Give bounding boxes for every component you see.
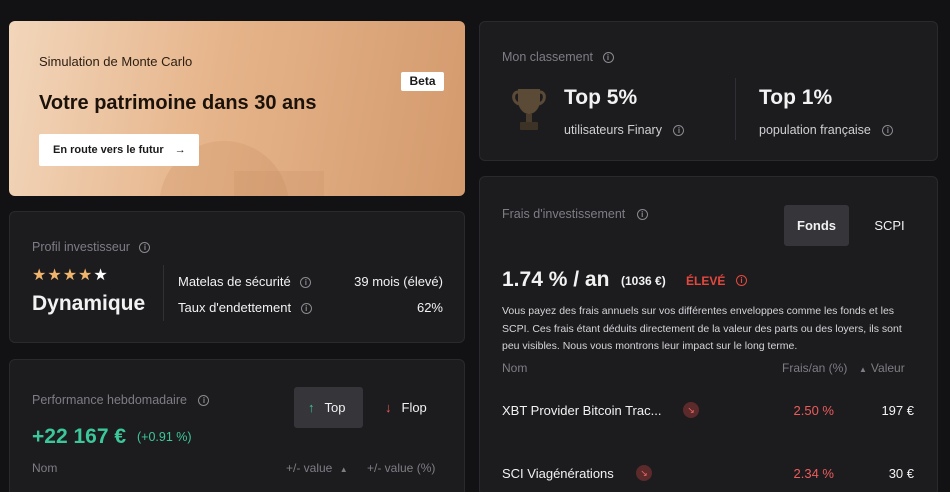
fees-level-badge: ÉLEVÉ <box>686 274 726 288</box>
cta-label: En route vers le futur <box>53 144 164 156</box>
fund-value: 30 € <box>888 466 914 481</box>
future-cta-button[interactable]: En route vers le futur → <box>39 134 199 166</box>
row-label: Taux d'endettement <box>178 300 292 315</box>
star-icon: ★ <box>78 267 94 284</box>
rank-users-caption: utilisateurs Finary i <box>564 123 685 137</box>
sort-caret-icon: ▲ <box>859 365 867 374</box>
fund-fee: 2.50 % <box>793 403 834 418</box>
fund-value: 197 € <box>881 403 914 418</box>
fees-amount: (1036 €) <box>621 274 666 288</box>
rank-users: Top 5% <box>564 86 638 109</box>
performance-percent: (+0.91 %) <box>137 430 192 444</box>
star-icon: ★ <box>47 267 63 284</box>
info-icon[interactable]: i <box>139 242 151 254</box>
info-icon[interactable]: i <box>602 52 614 64</box>
arrow-down-icon: ↓ <box>385 400 392 415</box>
divider <box>163 265 164 321</box>
info-icon[interactable]: i <box>736 275 747 286</box>
ranking-card: Mon classement i Top 5% utilisateurs Fin… <box>479 21 938 161</box>
column-header-value[interactable]: ▲ Valeur <box>859 361 905 375</box>
column-header-fee[interactable]: Frais/an (%) <box>782 361 847 375</box>
star-icon: ★ <box>93 267 109 284</box>
info-icon[interactable]: i <box>636 209 648 221</box>
performance-value: +22 167 € <box>32 425 127 448</box>
hero-title: Votre patrimoine dans 30 ans <box>39 92 317 114</box>
star-icon: ★ <box>62 267 79 284</box>
arrow-right-icon: → <box>174 144 186 156</box>
trend-down-icon: ↘ <box>636 465 652 481</box>
row-value: 62% <box>416 300 443 315</box>
fund-name: SCI Viagénérations <box>502 466 614 481</box>
row-label: Matelas de sécurité <box>178 274 291 289</box>
info-icon[interactable]: i <box>882 125 894 137</box>
info-icon[interactable]: i <box>300 303 312 315</box>
safety-cushion-row: Matelas de sécurité i 39 mois (élevé) <box>178 274 443 289</box>
fund-fee: 2.34 % <box>793 466 834 481</box>
decorative-shape <box>234 171 324 196</box>
info-icon[interactable]: i <box>198 395 210 407</box>
hero-subtitle: Simulation de Monte Carlo <box>39 54 193 69</box>
info-icon[interactable]: i <box>673 125 685 137</box>
tab-label: Flop <box>401 400 427 415</box>
star-icon: ★ <box>32 267 48 284</box>
fees-label: Frais d'investissement i <box>502 207 648 221</box>
column-header-name[interactable]: Nom <box>32 461 57 475</box>
tab-scpi[interactable]: SCPI <box>857 205 922 246</box>
info-icon[interactable]: i <box>300 277 312 289</box>
rating-stars: ★★★★★ <box>32 265 109 285</box>
rank-population: Top 1% <box>759 86 833 109</box>
fund-name: XBT Provider Bitcoin Trac... <box>502 403 662 418</box>
monte-carlo-card: Simulation de Monte Carlo Beta Votre pat… <box>9 21 465 196</box>
trophy-icon <box>512 89 546 130</box>
ranking-label: Mon classement i <box>502 50 614 64</box>
performance-label: Performance hebdomadaire i <box>32 393 210 407</box>
row-value: 39 mois (élevé) <box>354 274 443 289</box>
sort-caret-icon: ▲ <box>339 465 348 474</box>
tab-top[interactable]: ↑ Top <box>294 387 363 428</box>
trend-down-icon: ↘ <box>683 402 699 418</box>
table-row[interactable]: XBT Provider Bitcoin Trac... ↘ 2.50 % 19… <box>502 402 914 418</box>
profile-label: Profil investisseur i <box>32 240 151 254</box>
investment-fees-card: Frais d'investissement i Fonds SCPI 1.74… <box>479 176 938 492</box>
column-header-name[interactable]: Nom <box>502 361 527 375</box>
tab-flop[interactable]: ↓ Flop <box>372 387 441 428</box>
fees-description: Vous payez des frais annuels sur vos dif… <box>502 305 902 352</box>
beta-badge: Beta <box>401 72 444 91</box>
table-row[interactable]: SCI Viagénérations ↘ 2.34 % 30 € <box>502 465 914 481</box>
debt-ratio-row: Taux d'endettement i 62% <box>178 300 443 315</box>
tab-label: Top <box>324 400 346 415</box>
weekly-performance-card: Performance hebdomadaire i +22 167 € (+0… <box>9 359 465 492</box>
investor-profile-card: Profil investisseur i ★★★★★ Dynamique Ma… <box>9 211 465 343</box>
profile-type: Dynamique <box>32 292 146 315</box>
divider <box>735 78 736 140</box>
rank-population-caption: population française i <box>759 123 894 137</box>
fees-rate: 1.74 % / an <box>502 268 610 291</box>
tab-fonds[interactable]: Fonds <box>784 205 849 246</box>
column-header-value[interactable]: +/- value ▲ <box>286 461 348 475</box>
arrow-up-icon: ↑ <box>308 400 315 415</box>
column-header-percent[interactable]: +/- value (%) <box>367 461 435 475</box>
